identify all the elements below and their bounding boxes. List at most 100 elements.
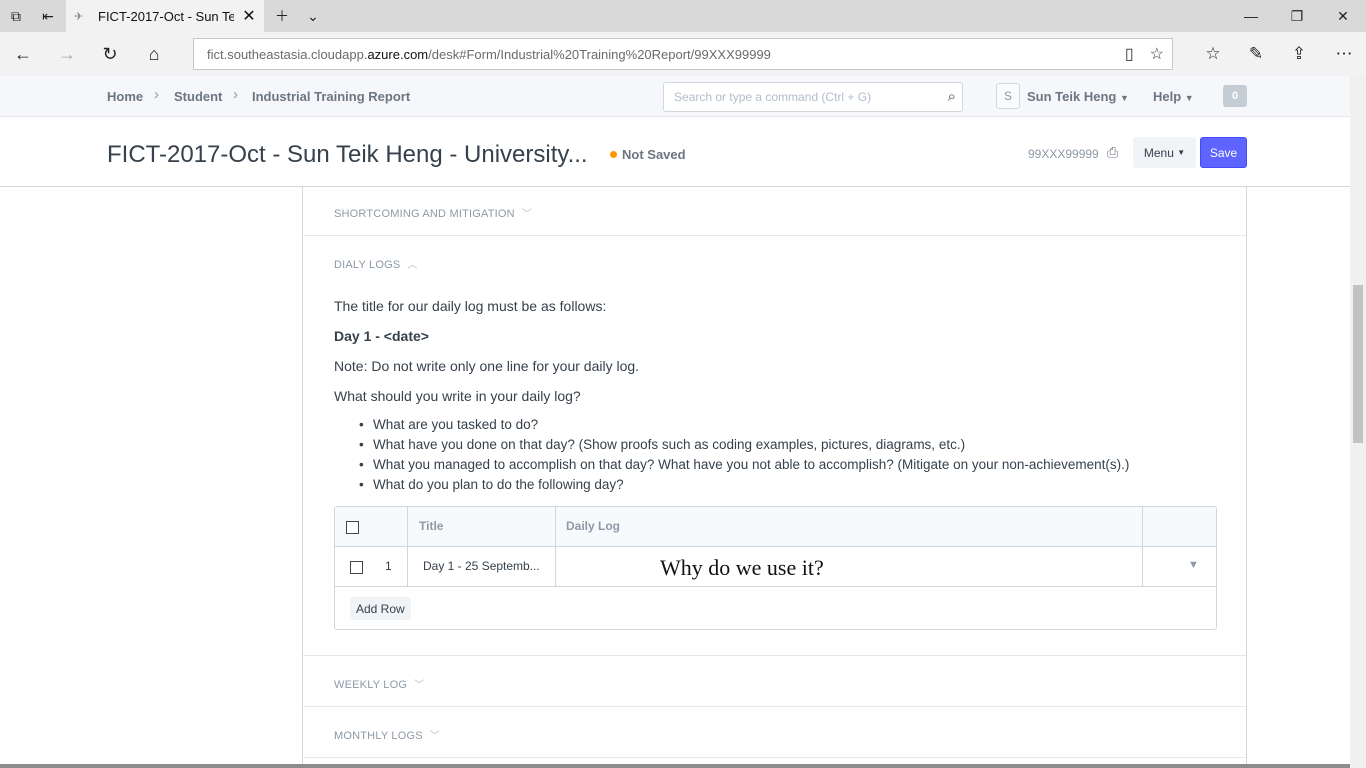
restore-icon[interactable]: ❐ bbox=[1274, 0, 1320, 32]
breadcrumb-chevron-icon: › bbox=[233, 86, 238, 103]
tab-title: FICT-2017-Oct - Sun Tei bbox=[98, 8, 234, 24]
daily-guidelines-list: What are you tasked to do? What have you… bbox=[359, 417, 1129, 497]
section-divider bbox=[303, 706, 1246, 707]
search-icon[interactable]: ⌕ bbox=[948, 88, 956, 105]
chevron-down-icon: ﹀ bbox=[414, 680, 425, 691]
page-favicon-icon: ✈ bbox=[74, 10, 84, 23]
row-title-cell[interactable]: Day 1 - 25 Septemb... bbox=[423, 559, 541, 573]
favorites-hub-icon[interactable]: ☆ bbox=[1195, 38, 1231, 70]
page-head: FICT-2017-Oct - Sun Teik Heng - Universi… bbox=[0, 117, 1350, 187]
search-input[interactable]: Search or type a command (Ctrl + G) ⌕ bbox=[663, 82, 963, 112]
column-divider bbox=[1142, 547, 1143, 587]
section-divider bbox=[303, 655, 1246, 656]
close-tab-icon[interactable]: ✕ bbox=[234, 6, 264, 26]
column-divider bbox=[555, 507, 556, 547]
column-divider bbox=[1142, 507, 1143, 547]
minimize-icon[interactable]: — bbox=[1228, 0, 1274, 32]
refresh-icon[interactable]: ↻ bbox=[92, 38, 128, 70]
chevron-down-icon: ﹀ bbox=[521, 209, 533, 220]
daily-question-text: What should you write in your daily log? bbox=[334, 388, 581, 404]
share-icon[interactable]: ⇪ bbox=[1281, 38, 1317, 70]
column-divider bbox=[407, 547, 408, 587]
row-expand-caret-icon[interactable]: ▼ bbox=[1188, 559, 1199, 571]
daily-intro-text: The title for our daily log must be as f… bbox=[334, 298, 607, 314]
forward-icon[interactable]: → bbox=[49, 38, 85, 70]
caret-down-icon: ▼ bbox=[1177, 148, 1186, 157]
table-header: Title Daily Log bbox=[335, 507, 1216, 547]
breadcrumb-industrial-training-report[interactable]: Industrial Training Report bbox=[252, 89, 410, 104]
help-menu[interactable]: Help ▼ bbox=[1153, 89, 1194, 104]
menu-label: Menu bbox=[1143, 145, 1174, 160]
section-divider bbox=[303, 757, 1246, 758]
address-bar-row: ← → ↻ ⌂ fict.southeastasia.cloudapp. azur… bbox=[0, 32, 1366, 76]
section-head-weekly-log[interactable]: WEEKLY LOG ﹀ bbox=[334, 676, 424, 691]
list-item: What are you tasked to do? bbox=[359, 417, 1129, 437]
caret-down-icon: ▼ bbox=[1184, 93, 1194, 103]
column-divider bbox=[555, 547, 556, 587]
daily-note-text: Note: Do not write only one line for you… bbox=[334, 358, 640, 374]
browser-tab[interactable]: ✈ FICT-2017-Oct - Sun Tei ✕ bbox=[66, 0, 264, 32]
app-navbar: Home › Student › Industrial Training Rep… bbox=[0, 76, 1366, 117]
chevron-up-icon: ︿ bbox=[407, 260, 418, 271]
status-indicator bbox=[610, 151, 617, 158]
form-layout: SHORTCOMING AND MITIGATION ﹀ DIALY LOGS ︿ … bbox=[302, 187, 1247, 768]
column-divider bbox=[407, 507, 408, 547]
home-icon[interactable]: ⌂ bbox=[136, 38, 172, 70]
row-checkbox[interactable] bbox=[350, 561, 363, 574]
tab-actions-icon[interactable]: ⧉ bbox=[0, 0, 32, 32]
column-header-daily-log: Daily Log bbox=[566, 519, 621, 533]
table-row[interactable]: 1 Day 1 - 25 Septemb... Why do we use it… bbox=[335, 547, 1216, 587]
section-head-shortcoming[interactable]: SHORTCOMING AND MITIGATION ﹀ bbox=[334, 205, 532, 220]
chevron-down-icon: ﹀ bbox=[429, 731, 440, 742]
section-head-monthly-logs[interactable]: MONTHLY LOGS ﹀ bbox=[334, 727, 440, 742]
pen-icon[interactable]: ✎ bbox=[1238, 38, 1274, 70]
breadcrumb-home[interactable]: Home bbox=[107, 89, 143, 104]
set-aside-tabs-icon[interactable]: ⇤ bbox=[32, 0, 64, 32]
select-all-checkbox[interactable] bbox=[346, 521, 359, 534]
avatar[interactable]: S bbox=[996, 83, 1020, 109]
url-domain: azure.com bbox=[367, 46, 429, 62]
browser-tab-bar: ⧉ ⇤ ✈ FICT-2017-Oct - Sun Tei ✕ ＋ ⌄ — ❐ … bbox=[0, 0, 1366, 32]
document-id: 99XXX99999 bbox=[1028, 147, 1099, 161]
print-icon[interactable]: ⎙ bbox=[1107, 144, 1118, 161]
list-item: What you managed to accomplish on that d… bbox=[359, 457, 1129, 477]
section-label: WEEKLY LOG bbox=[334, 679, 408, 691]
row-daily-log-cell[interactable]: Why do we use it? bbox=[660, 555, 824, 581]
section-label: MONTHLY LOGS bbox=[334, 730, 423, 742]
close-window-icon[interactable]: ✕ bbox=[1320, 0, 1366, 32]
menu-button[interactable]: Menu ▼ bbox=[1133, 137, 1196, 168]
reading-view-icon[interactable]: ▯ bbox=[1125, 44, 1134, 64]
tab-preview-chevron-icon[interactable]: ⌄ bbox=[297, 0, 329, 32]
list-item: What do you plan to do the following day… bbox=[359, 477, 1129, 497]
status-badge: Not Saved bbox=[622, 147, 686, 162]
taskbar-edge bbox=[0, 764, 1350, 768]
row-number: 1 bbox=[385, 559, 392, 573]
breadcrumb-student[interactable]: Student bbox=[174, 89, 222, 104]
notification-badge[interactable]: 0 bbox=[1223, 85, 1247, 107]
user-menu[interactable]: Sun Teik Heng ▼ bbox=[1027, 89, 1129, 104]
breadcrumb-chevron-icon: › bbox=[154, 86, 159, 103]
url-path: /desk#Form/Industrial%20Training%20Repor… bbox=[428, 46, 771, 62]
help-label: Help bbox=[1153, 89, 1182, 104]
user-name-label: Sun Teik Heng bbox=[1027, 89, 1117, 104]
scrollbar-thumb[interactable] bbox=[1353, 285, 1363, 443]
save-button[interactable]: Save bbox=[1200, 137, 1247, 168]
section-label: DIALY LOGS bbox=[334, 259, 401, 271]
new-tab-icon[interactable]: ＋ bbox=[266, 0, 298, 32]
section-divider bbox=[303, 235, 1246, 236]
caret-down-icon: ▼ bbox=[1119, 93, 1129, 103]
url-prefix: fict.southeastasia.cloudapp. bbox=[207, 46, 368, 62]
list-item: What have you done on that day? (Show pr… bbox=[359, 437, 1129, 457]
section-label: SHORTCOMING AND MITIGATION bbox=[334, 208, 515, 220]
section-head-daily-logs[interactable]: DIALY LOGS ︿ bbox=[334, 256, 418, 271]
url-field[interactable]: fict.southeastasia.cloudapp. azure.com/de… bbox=[193, 38, 1173, 70]
page-scrollbar[interactable] bbox=[1350, 76, 1366, 768]
favorite-star-icon[interactable]: ☆ bbox=[1150, 44, 1164, 64]
back-icon[interactable]: ← bbox=[5, 38, 41, 70]
add-row-button[interactable]: Add Row bbox=[350, 597, 411, 620]
column-header-title: Title bbox=[419, 519, 444, 533]
daily-log-table: Title Daily Log 1 Day 1 - 25 Septemb... … bbox=[334, 506, 1217, 630]
search-placeholder: Search or type a command (Ctrl + G) bbox=[674, 90, 872, 104]
more-options-icon[interactable]: ⋯ bbox=[1326, 38, 1362, 70]
daily-format-text: Day 1 - <date> bbox=[334, 328, 429, 344]
